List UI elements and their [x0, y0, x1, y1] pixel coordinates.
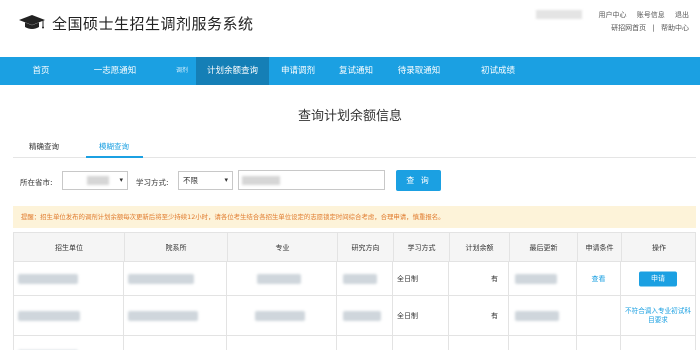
cell-action: 不符合调入专业初试科目要求 [621, 296, 695, 335]
study-mode-text: 全日制 [397, 274, 418, 283]
nav-apply-adjust[interactable]: 申请调剂 [272, 57, 324, 85]
redacted-text [515, 310, 559, 321]
user-center-link[interactable]: 用户中心 [599, 11, 627, 19]
province-select[interactable]: ▾ [62, 171, 128, 190]
redacted-text [18, 273, 78, 284]
cell-conditions [577, 336, 621, 350]
cell-conditions [577, 296, 621, 335]
keyword-input[interactable] [238, 170, 385, 190]
col-header-institution: 招生单位 [14, 233, 125, 263]
nav-initial-scores[interactable]: 初试成绩 [470, 57, 526, 85]
cell-institution [14, 296, 124, 335]
table-row: 全日制 有 不符合调入专业初试科目要求 [13, 296, 696, 336]
graduation-cap-icon [19, 15, 45, 29]
cell-study-mode [393, 336, 449, 350]
redacted-text [343, 273, 377, 284]
col-header-conditions: 申请条件 [578, 233, 622, 263]
cell-research-direction [337, 296, 393, 335]
study-mode-label: 学习方式: [136, 178, 169, 187]
nav-adjust[interactable]: 调剂 [168, 57, 196, 85]
redacted-text [255, 310, 305, 321]
query-tabs: 精确查询 模糊查询 [13, 136, 696, 158]
col-header-action: 操作 [652, 244, 666, 252]
top-links: 用户中心 账号信息 退出 [591, 10, 689, 20]
redacted-text [515, 273, 557, 284]
cell-major [227, 336, 337, 350]
active-tab-indicator [86, 156, 143, 158]
header: 全国硕士生招生调剂服务系统 用户中心 账号信息 退出 研招网首页 | 帮助中心 [0, 0, 700, 55]
redacted-text [18, 310, 80, 321]
col-header-major: 专业 [228, 233, 338, 263]
cell-institution [14, 262, 124, 295]
cell-action [621, 336, 695, 350]
logout-link[interactable]: 退出 [675, 11, 689, 19]
cell-department [124, 336, 227, 350]
cell-plan-balance [449, 336, 509, 350]
notice-banner: 提醒：招生单位发布的调剂计划余额每次更新后将至少持续12小时，请各位考生结合各招… [13, 206, 696, 228]
province-label: 所在省市: [20, 178, 53, 187]
yz-home-link[interactable]: 研招网首页 [611, 24, 646, 32]
cell-plan-balance: 有 [449, 262, 509, 295]
nav-retest-notice[interactable]: 复试通知 [328, 57, 384, 85]
cell-conditions: 查看 [577, 262, 621, 295]
col-header-department: 院系所 [125, 233, 228, 263]
keyword-value-redacted [242, 176, 280, 185]
col-header-study-mode: 学习方式 [394, 233, 450, 263]
cell-major [227, 262, 337, 295]
table-header: 招生单位 院系所 专业 研究方向 学习方式 计划余额 最后更新 申请条件 操作 [13, 232, 696, 263]
cell-last-updated [509, 262, 577, 295]
plan-balance-text: 有 [491, 274, 498, 283]
cell-plan-balance: 有 [449, 296, 509, 335]
cell-department [124, 262, 227, 295]
study-mode-value: 不限 [183, 176, 198, 185]
secondary-links: 研招网首页 | 帮助中心 [611, 23, 689, 33]
plan-balance-text: 有 [491, 311, 498, 320]
province-value-redacted [87, 176, 109, 185]
link-separator: | [652, 24, 655, 32]
redacted-text [257, 273, 301, 284]
chevron-down-icon: ▾ [119, 176, 123, 184]
table-row [13, 336, 696, 350]
cell-action: 申请 [621, 262, 695, 295]
cell-research-direction [337, 262, 393, 295]
account-info-link[interactable]: 账号信息 [637, 11, 665, 19]
apply-button[interactable]: 申请 [639, 271, 677, 286]
help-center-link[interactable]: 帮助中心 [661, 24, 689, 32]
cell-last-updated [509, 336, 577, 350]
ineligible-notice-link[interactable]: 不符合调入专业初试科目要求 [623, 307, 693, 325]
study-mode-text: 全日制 [397, 311, 418, 320]
col-header-research-direction: 研究方向 [338, 233, 394, 263]
table-row: 全日制 有 查看 申请 [13, 262, 696, 296]
cell-last-updated [509, 296, 577, 335]
cell-study-mode: 全日制 [393, 296, 449, 335]
nav-pending-admission-notice[interactable]: 待录取通知 [388, 57, 450, 85]
chevron-down-icon: ▾ [224, 176, 228, 184]
cell-department [124, 296, 227, 335]
redacted-text [343, 310, 381, 321]
view-conditions-link[interactable]: 查看 [577, 274, 620, 284]
nav-home[interactable]: 首页 [20, 57, 62, 85]
nav-first-choice-notice[interactable]: 一志愿通知 [84, 57, 146, 85]
cell-major [227, 296, 337, 335]
redacted-text [128, 273, 194, 284]
study-mode-select[interactable]: 不限 ▾ [178, 171, 233, 190]
user-name-redacted [536, 10, 582, 19]
nav-plan-balance-query[interactable]: 计划余额查询 [196, 57, 269, 85]
col-header-plan-balance: 计划余额 [450, 233, 510, 263]
page-title: 查询计划余额信息 [297, 109, 402, 124]
cell-research-direction [337, 336, 393, 350]
tab-fuzzy-query[interactable]: 模糊查询 [99, 141, 129, 152]
tab-exact-query[interactable]: 精确查询 [29, 141, 59, 152]
query-button[interactable]: 查 询 [396, 170, 441, 191]
redacted-text [128, 310, 198, 321]
main-nav: 首页 一志愿通知 调剂 计划余额查询 申请调剂 复试通知 待录取通知 初试成绩 [0, 57, 700, 85]
cell-study-mode: 全日制 [393, 262, 449, 295]
col-header-last-updated: 最后更新 [510, 233, 578, 263]
cell-institution [14, 336, 124, 350]
site-title: 全国硕士生招生调剂服务系统 [52, 15, 254, 33]
